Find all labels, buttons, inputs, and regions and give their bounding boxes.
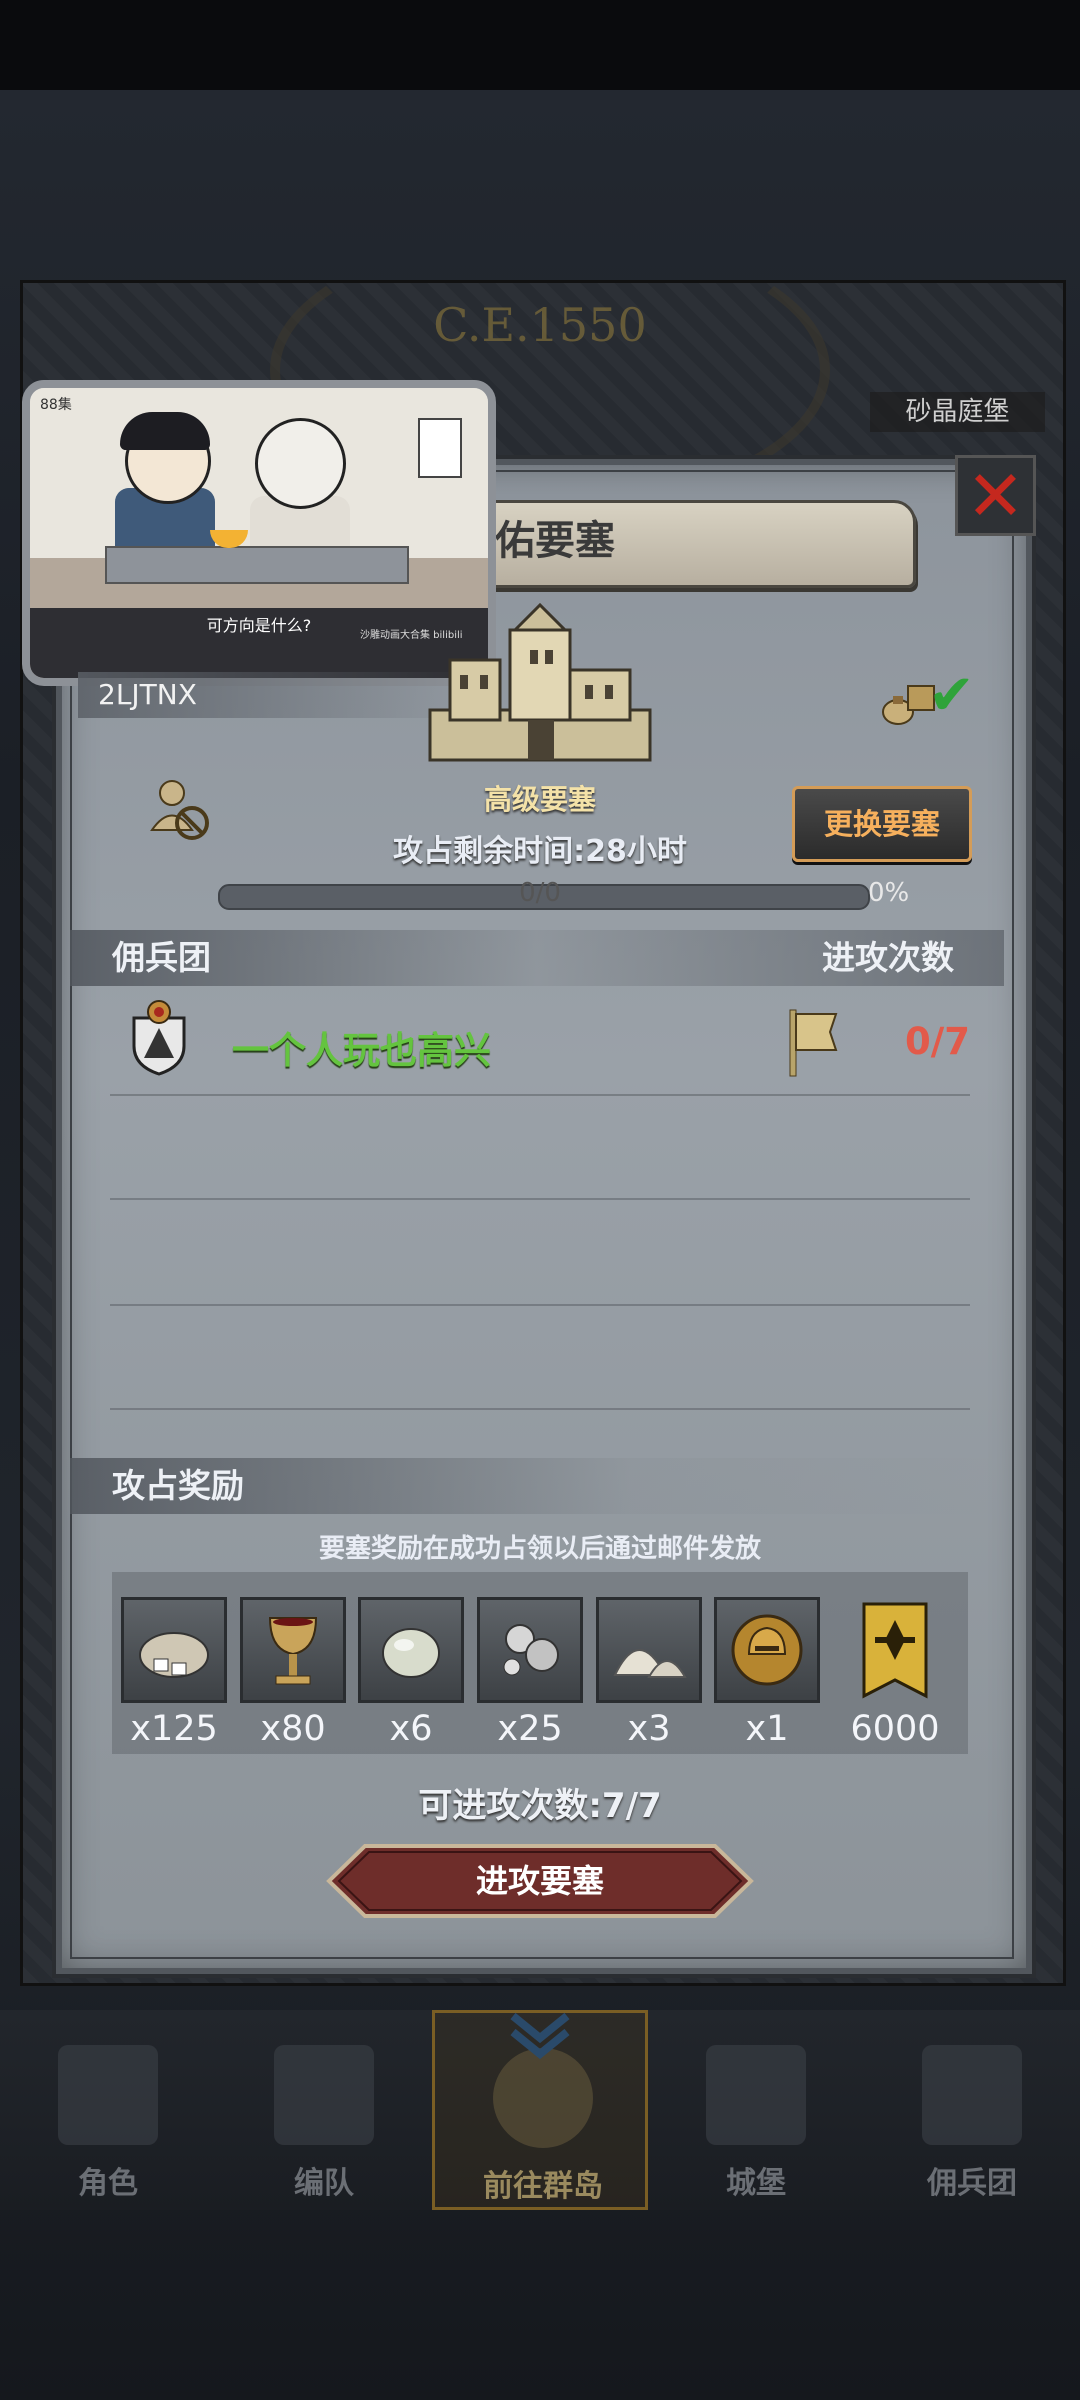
goblet-icon <box>240 1597 346 1703</box>
reward-item[interactable]: x6 <box>358 1597 464 1749</box>
check-icon: ✔ <box>928 663 975 728</box>
location-label: 砂晶庭堡 <box>870 392 1045 432</box>
reward-qty: x25 <box>497 1709 563 1749</box>
knight-icon <box>58 2045 158 2145</box>
guild-emblem-icon <box>132 1000 186 1076</box>
video-character-hair <box>120 412 210 450</box>
switch-fortress-button[interactable]: 更换要塞 <box>792 786 972 862</box>
rewards-note: 要塞奖励在成功占领以后通过邮件发放 <box>318 1534 761 1564</box>
reward-item[interactable]: x80 <box>240 1597 346 1749</box>
reward-qty: x1 <box>745 1709 789 1749</box>
reward-qty: x80 <box>260 1709 326 1749</box>
nav-label: 城堡 <box>726 2166 786 2201</box>
reward-item[interactable]: 6000 <box>842 1597 948 1749</box>
formation-icon <box>274 2045 374 2145</box>
row-divider <box>110 1198 970 1200</box>
attack-button-label: 进攻要塞 <box>475 1862 604 1900</box>
gem-stone-icon <box>358 1597 464 1703</box>
rewards-header: 攻占奖励 <box>112 1466 244 1505</box>
status-bar <box>0 0 1080 90</box>
reward-item[interactable]: x1 <box>714 1597 820 1749</box>
castle-icon <box>706 2045 806 2145</box>
close-button[interactable]: ✕ <box>955 455 1036 536</box>
progress-percent: 0% <box>868 878 910 908</box>
reward-qty: 6000 <box>850 1709 940 1749</box>
remaining-attacks: 可进攻次数:7/7 <box>418 1786 662 1826</box>
person-blocked-icon <box>150 780 209 840</box>
nav-label: 角色 <box>78 2166 138 2201</box>
reward-item[interactable]: x3 <box>596 1597 702 1749</box>
player-id: 2LJTNX <box>98 678 197 711</box>
video-character-head <box>255 418 346 509</box>
attacks-header: 进攻次数 <box>822 938 954 977</box>
reward-qty: x6 <box>389 1709 433 1749</box>
nav-formation[interactable]: 编队 <box>216 2010 432 2210</box>
row-divider <box>110 1304 970 1306</box>
video-episode: 88集 <box>40 397 72 413</box>
nav-character[interactable]: 角色 <box>0 2010 216 2210</box>
row-divider <box>110 1408 970 1410</box>
nav-mercenary[interactable]: 佣兵团 <box>864 2010 1080 2210</box>
chevron-down-icon <box>510 2012 570 2060</box>
close-icon: ✕ <box>966 454 1025 537</box>
silver-ore-icon <box>477 1597 583 1703</box>
salt-pile-icon <box>596 1597 702 1703</box>
nav-label: 前往群岛 <box>483 2169 603 2204</box>
nav-label: 佣兵团 <box>927 2166 1017 2201</box>
castle-icon <box>428 602 652 762</box>
guild-attack-count: 0/7 <box>905 1020 971 1063</box>
time-remaining: 攻占剩余时间:28小时 <box>393 834 687 869</box>
fortress-type: 高级要塞 <box>483 783 596 816</box>
guild-name[interactable]: 一个人玩也高兴 <box>232 1020 491 1074</box>
era-label: C.E.1550 <box>433 298 647 352</box>
golden-helmet-icon <box>714 1597 820 1703</box>
guild-banner-icon <box>842 1597 948 1703</box>
flag-icon <box>789 1009 838 1077</box>
progress-text: 0/0 <box>519 878 561 908</box>
guild-header: 佣兵团 <box>112 938 211 977</box>
video-sign <box>418 418 462 478</box>
nav-castle[interactable]: 城堡 <box>648 2010 864 2210</box>
reward-qty: x3 <box>627 1709 671 1749</box>
reward-item[interactable]: x125 <box>121 1597 227 1749</box>
cloth-bundle-icon <box>121 1597 227 1703</box>
reward-item[interactable]: x25 <box>477 1597 583 1749</box>
row-divider <box>110 1094 970 1096</box>
mercenary-icon <box>922 2045 1022 2145</box>
reward-qty: x125 <box>130 1709 218 1749</box>
nav-label: 编队 <box>294 2166 354 2201</box>
globe-icon <box>493 2048 593 2148</box>
video-table <box>105 546 409 584</box>
